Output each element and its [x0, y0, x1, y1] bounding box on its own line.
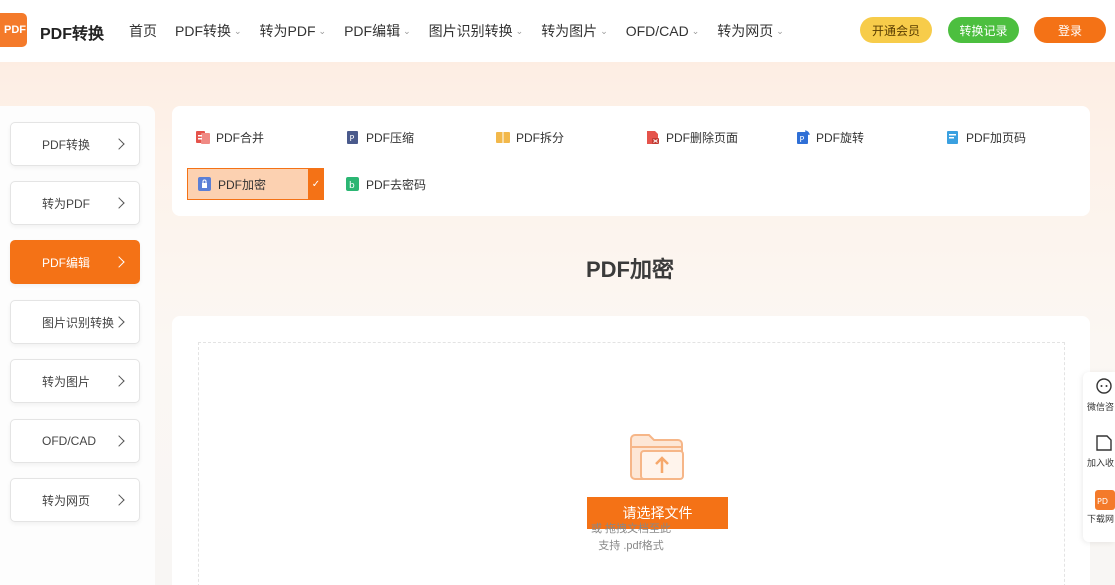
- unlock-icon: b: [346, 177, 359, 191]
- chevron-right-icon: [113, 138, 125, 150]
- nav-item-label: PDF编辑: [344, 23, 401, 39]
- chevron-right-icon: [113, 197, 125, 209]
- tool-pdf-merge[interactable]: PDF合并: [196, 121, 264, 153]
- nav-item-to-image[interactable]: 转为图片 ⌄: [541, 21, 608, 41]
- tool-pdf-delete-page[interactable]: PDF删除页面: [646, 121, 738, 153]
- tool-label: PDF加页码: [966, 130, 1027, 145]
- sidebar-item-to-image[interactable]: 转为图片: [10, 359, 140, 403]
- nav-item-to-pdf[interactable]: 转为PDF ⌄: [260, 21, 327, 41]
- download-app-icon: PD: [1095, 490, 1115, 510]
- float-item-label: 微信咨: [1087, 402, 1115, 412]
- tool-pdf-page-number[interactable]: PDF加页码: [946, 121, 1026, 153]
- sidebar-item-label: 图片识别转换: [42, 315, 115, 330]
- drag-hint: 或 拖拽文档至此: [590, 523, 672, 535]
- format-hint: 支持 .pdf格式: [598, 540, 664, 552]
- category-sidebar: PDF转换 转为PDF PDF编辑 图片识别转换 转为图片 OFD/CAD 转为…: [0, 106, 155, 585]
- tool-label: PDF去密码: [366, 177, 427, 192]
- logo-text: PDF: [4, 24, 26, 36]
- nav-item-home[interactable]: 首页: [129, 21, 157, 41]
- merge-icon: [196, 130, 210, 144]
- bookmark-icon: [1095, 434, 1113, 452]
- chevron-right-icon: [113, 435, 125, 447]
- wechat-icon: [1095, 378, 1113, 396]
- chevron-down-icon: ⌄: [600, 25, 608, 36]
- page-number-icon: [946, 130, 959, 144]
- nav-item-ofd-cad[interactable]: OFD/CAD ⌄: [626, 21, 700, 41]
- chevron-down-icon: ⌄: [403, 25, 411, 36]
- conversion-record-button[interactable]: 转换记录: [948, 17, 1019, 43]
- nav-item-to-webpage[interactable]: 转为网页 ⌄: [717, 21, 784, 41]
- nav-item-label: 图片识别转换: [428, 23, 513, 39]
- svg-text:P: P: [800, 135, 805, 144]
- float-item-label: 下载网: [1087, 514, 1115, 524]
- vip-button[interactable]: 开通会员: [860, 17, 932, 43]
- tool-label: PDF删除页面: [666, 130, 739, 145]
- login-button[interactable]: 登录: [1034, 17, 1106, 43]
- tool-label: PDF加密: [218, 177, 267, 192]
- chevron-down-icon: ⌄: [691, 25, 700, 36]
- upload-panel: 请选择文件 或 拖拽文档至此 支持 .pdf格式: [172, 316, 1090, 585]
- tool-pdf-encrypt[interactable]: PDF加密 ✓: [187, 168, 324, 200]
- chevron-down-icon: ⌄: [318, 25, 327, 36]
- page-title: PDF加密: [585, 257, 674, 282]
- tool-pdf-remove-password[interactable]: b PDF去密码: [346, 168, 426, 200]
- tool-label: PDF合并: [216, 130, 265, 145]
- rotate-icon: P: [796, 130, 810, 144]
- right-float-bar: 微信咨 加入收 PD 下载网: [1083, 372, 1115, 542]
- sidebar-item-label: OFD/CAD: [42, 434, 96, 448]
- nav-item-label: 首页: [129, 23, 157, 39]
- nav-item-label: 转为图片: [541, 23, 598, 39]
- folder-upload-icon: [629, 433, 685, 481]
- nav-item-pdf-convert[interactable]: PDF转换 ⌄: [175, 21, 242, 41]
- top-header: PDF PDF转换 首页 PDF转换 ⌄ 转为PDF ⌄ PDF编辑 ⌄ 图片识…: [0, 0, 1115, 62]
- chevron-down-icon: ⌄: [234, 25, 242, 36]
- sidebar-item-pdf-convert[interactable]: PDF转换: [10, 122, 140, 166]
- float-item-label: 加入收: [1087, 458, 1115, 468]
- chevron-down-icon: ⌄: [515, 25, 524, 36]
- sidebar-item-to-pdf[interactable]: 转为PDF: [10, 181, 140, 225]
- sidebar-item-to-webpage[interactable]: 转为网页: [10, 478, 140, 522]
- tool-label: PDF压缩: [366, 130, 415, 145]
- sidebar-item-ofd-cad[interactable]: OFD/CAD: [10, 419, 140, 463]
- sidebar-item-label: PDF转换: [42, 137, 91, 152]
- svg-text:b: b: [349, 181, 355, 191]
- delete-page-icon: [646, 130, 659, 144]
- nav-item-label: PDF转换: [175, 23, 231, 39]
- tool-pdf-split[interactable]: PDF拆分: [496, 121, 564, 153]
- float-item-bookmark[interactable]: 加入收: [1083, 434, 1115, 469]
- sidebar-item-label: 转为PDF: [42, 196, 91, 211]
- chevron-right-icon: [113, 494, 125, 506]
- float-item-download[interactable]: PD 下载网: [1083, 490, 1115, 525]
- nav-item-image-ocr[interactable]: 图片识别转换 ⌄: [429, 21, 524, 41]
- check-icon: ✓: [308, 168, 324, 200]
- svg-text:PD: PD: [1097, 497, 1108, 506]
- chevron-down-icon: ⌄: [776, 25, 784, 36]
- tool-label: PDF旋转: [816, 130, 865, 145]
- nav-item-label: 转为PDF: [259, 23, 316, 39]
- sidebar-item-label: 转为网页: [42, 493, 91, 508]
- tool-pdf-rotate[interactable]: P PDF旋转: [796, 121, 864, 153]
- tool-pdf-compress[interactable]: P PDF压缩: [346, 121, 414, 153]
- lock-icon: [198, 177, 211, 191]
- brand-name[interactable]: PDF转换: [40, 20, 104, 44]
- compress-icon: P: [346, 130, 359, 144]
- sidebar-item-image-ocr[interactable]: 图片识别转换: [10, 300, 140, 344]
- logo-icon[interactable]: PDF: [0, 13, 27, 47]
- nav-item-pdf-edit[interactable]: PDF编辑 ⌄: [344, 21, 411, 41]
- float-item-wechat[interactable]: 微信咨: [1083, 378, 1115, 413]
- svg-text:P: P: [350, 134, 355, 143]
- nav-item-label: OFD/CAD: [625, 23, 689, 39]
- tool-label: PDF拆分: [516, 130, 565, 145]
- nav-item-label: 转为网页: [717, 23, 774, 39]
- sidebar-item-label: 转为图片: [42, 374, 91, 389]
- chevron-right-icon: [113, 316, 125, 328]
- main-nav: 首页 PDF转换 ⌄ 转为PDF ⌄ PDF编辑 ⌄ 图片识别转换 ⌄ 转为图片…: [129, 21, 802, 41]
- tool-grid: PDF合并 P PDF压缩 PDF拆分 PDF删除页面 P PDF旋转 PDF加…: [172, 106, 1090, 216]
- split-icon: [496, 130, 510, 144]
- chevron-right-icon: [113, 375, 125, 387]
